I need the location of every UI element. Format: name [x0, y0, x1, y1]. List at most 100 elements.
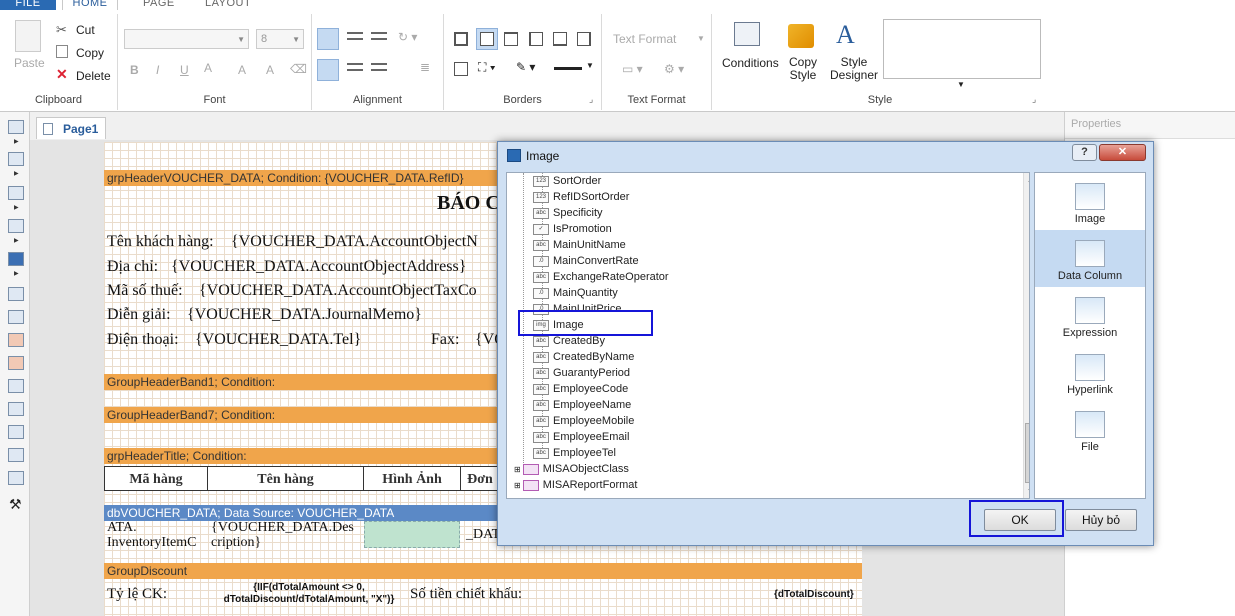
tree-scrollbar[interactable]: ▲ ▼ [1023, 173, 1029, 498]
field-value-address[interactable]: {VOUCHER_DATA.AccountObjectAddress} [171, 258, 466, 276]
tool-icon-10[interactable] [8, 379, 24, 393]
copy-button[interactable]: Copy [76, 46, 104, 60]
field-value-memo[interactable]: {VOUCHER_DATA.JournalMemo} [187, 306, 422, 324]
tree-item[interactable]: abc MainUnitName [533, 237, 626, 253]
kind-file[interactable]: File [1035, 401, 1145, 458]
clear-format-icon[interactable]: ⌫ [290, 62, 307, 76]
align-center-icon[interactable] [347, 63, 363, 71]
align-right-icon[interactable] [371, 63, 387, 71]
font-color-icon[interactable]: A [204, 61, 212, 75]
table-header-unit[interactable]: Đơn [460, 466, 500, 491]
tool-icon-8[interactable] [8, 333, 24, 347]
scroll-thumb[interactable] [1025, 423, 1029, 483]
report-title[interactable]: BÁO C [437, 192, 500, 215]
bold-icon[interactable]: B [130, 63, 139, 77]
tree-item[interactable]: 123 SortOrder [533, 173, 601, 189]
paste-button[interactable]: Paste [14, 56, 45, 70]
tree-item[interactable]: abc ExchangeRateOperator [533, 269, 669, 285]
border-left-icon[interactable] [529, 32, 543, 46]
kind-data-column[interactable]: Data Column [1035, 230, 1145, 287]
tool-icon-9[interactable] [8, 356, 24, 370]
tool-icon-14[interactable] [8, 471, 24, 485]
tool-icon-13[interactable] [8, 448, 24, 462]
table-header-image[interactable]: Hình Ảnh [363, 466, 461, 491]
border-style-arrow-icon[interactable]: ▼ [586, 61, 594, 70]
dialog-titlebar[interactable]: Image ? ✕ [498, 142, 1153, 170]
tree-item[interactable]: abc EmployeeName [533, 397, 631, 413]
detail-code-cell[interactable]: ATA. InventoryItemC [107, 520, 196, 550]
field-value-tel[interactable]: {VOUCHER_DATA.Tel} [195, 331, 361, 349]
tree-group-misareportformat[interactable]: ⊞ MISAReportFormat [514, 477, 637, 493]
align-top-icon[interactable] [317, 28, 339, 50]
borders-launcher-icon[interactable]: ⌟ [589, 94, 593, 105]
field-label-customer[interactable]: Tên khách hàng: [107, 233, 214, 251]
text-rotate-icon[interactable]: ↻ ▾ [398, 30, 417, 44]
detail-name-cell[interactable]: {VOUCHER_DATA.Des cription} [211, 520, 354, 550]
delete-button[interactable]: Delete [76, 69, 111, 83]
align-left-icon[interactable] [317, 59, 339, 81]
help-button[interactable]: ? [1072, 144, 1097, 161]
conditions-button[interactable]: Conditions [722, 56, 779, 70]
wrap-text-icon[interactable]: ≣ [420, 60, 430, 74]
field-label-memo[interactable]: Diễn giải: [107, 306, 171, 324]
scroll-down-icon[interactable]: ▼ [1027, 488, 1029, 495]
font-family-select[interactable]: ▼ [124, 29, 249, 49]
tree-item[interactable]: .0 MainConvertRate [533, 253, 639, 269]
tree-item[interactable]: abc CreatedByName [533, 349, 634, 365]
kind-image[interactable]: Image [1035, 173, 1145, 230]
expand-icon[interactable]: ⊞ [514, 481, 521, 490]
table-header-name[interactable]: Tên hàng [207, 466, 364, 491]
kind-expression[interactable]: Expression [1035, 287, 1145, 344]
tool-icon-4[interactable] [8, 219, 24, 233]
detail-image-cell[interactable] [364, 521, 460, 548]
expand-icon[interactable]: ⊞ [514, 465, 521, 474]
field-value-customer[interactable]: {VOUCHER_DATA.AccountObjectN [231, 233, 478, 251]
tree-item[interactable]: abc Specificity [533, 205, 603, 221]
discount-rate-expr[interactable]: {IIF(dTotalAmount <> 0, dTotalDiscount/dT… [216, 582, 402, 606]
page-tab[interactable]: Page1 [36, 117, 106, 139]
text-format-arrow-icon[interactable]: ▼ [697, 34, 705, 43]
grow-font-icon[interactable]: A [238, 63, 246, 77]
tree-item[interactable]: abc EmployeeCode [533, 381, 628, 397]
tree-item[interactable]: .0 MainQuantity [533, 285, 618, 301]
shrink-font-icon[interactable]: A [266, 63, 274, 77]
field-label-tel[interactable]: Điện thoại: [107, 331, 179, 349]
style-launcher-icon[interactable]: ⌟ [1032, 94, 1036, 105]
detail-unit-cell[interactable]: _DAT [466, 527, 500, 543]
tool-icon-2[interactable] [8, 152, 24, 166]
cancel-button[interactable]: Hủy bỏ [1065, 509, 1137, 531]
fill-color-icon[interactable]: ⛶ ▾ [478, 60, 496, 75]
tools-icon[interactable]: ⚒ [9, 496, 22, 513]
tool-icon-7[interactable] [8, 310, 24, 324]
format-icon-1[interactable]: ▭ ▾ [622, 62, 643, 76]
tree-item[interactable]: abc GuarantyPeriod [533, 365, 630, 381]
copy-style-button[interactable]: Copy Style [789, 56, 817, 82]
tool-icon-6[interactable] [8, 287, 24, 301]
tab-home[interactable]: HOME [62, 0, 118, 10]
tree-item[interactable]: 123 RefIDSortOrder [533, 189, 629, 205]
cut-button[interactable]: Cut [76, 23, 95, 37]
field-label-fax[interactable]: Fax: [431, 331, 459, 349]
scroll-up-icon[interactable]: ▲ [1027, 177, 1029, 184]
style-designer-button[interactable]: Style Designer [830, 56, 878, 82]
field-label-taxcode[interactable]: Mã số thuế: [107, 282, 183, 300]
tree-item[interactable]: ✓ IsPromotion [533, 221, 612, 237]
tool-icon-12[interactable] [8, 425, 24, 439]
tree-item[interactable]: abc EmployeeMobile [533, 413, 634, 429]
tab-file[interactable]: FILE [0, 0, 56, 10]
tree-item[interactable]: abc EmployeeEmail [533, 429, 629, 445]
close-button[interactable]: ✕ [1099, 144, 1146, 161]
tool-icon-3[interactable] [8, 186, 24, 200]
style-gallery[interactable] [883, 19, 1041, 79]
font-size-select[interactable]: 8 ▼ [256, 29, 304, 49]
field-value-taxcode[interactable]: {VOUCHER_DATA.AccountObjectTaxCo [199, 282, 477, 300]
border-bottom-icon[interactable] [553, 32, 567, 46]
align-bottom-icon[interactable] [371, 32, 387, 40]
kind-hyperlink[interactable]: Hyperlink [1035, 344, 1145, 401]
style-gallery-arrow-icon[interactable]: ▼ [957, 80, 965, 89]
border-style-icon[interactable] [554, 67, 582, 70]
tool-icon-5[interactable] [8, 252, 24, 266]
discount-rate-label[interactable]: Tỷ lệ CK: [107, 586, 167, 603]
band-group-discount[interactable]: GroupDiscount [104, 563, 862, 579]
field-label-address[interactable]: Địa chỉ: [107, 258, 158, 276]
